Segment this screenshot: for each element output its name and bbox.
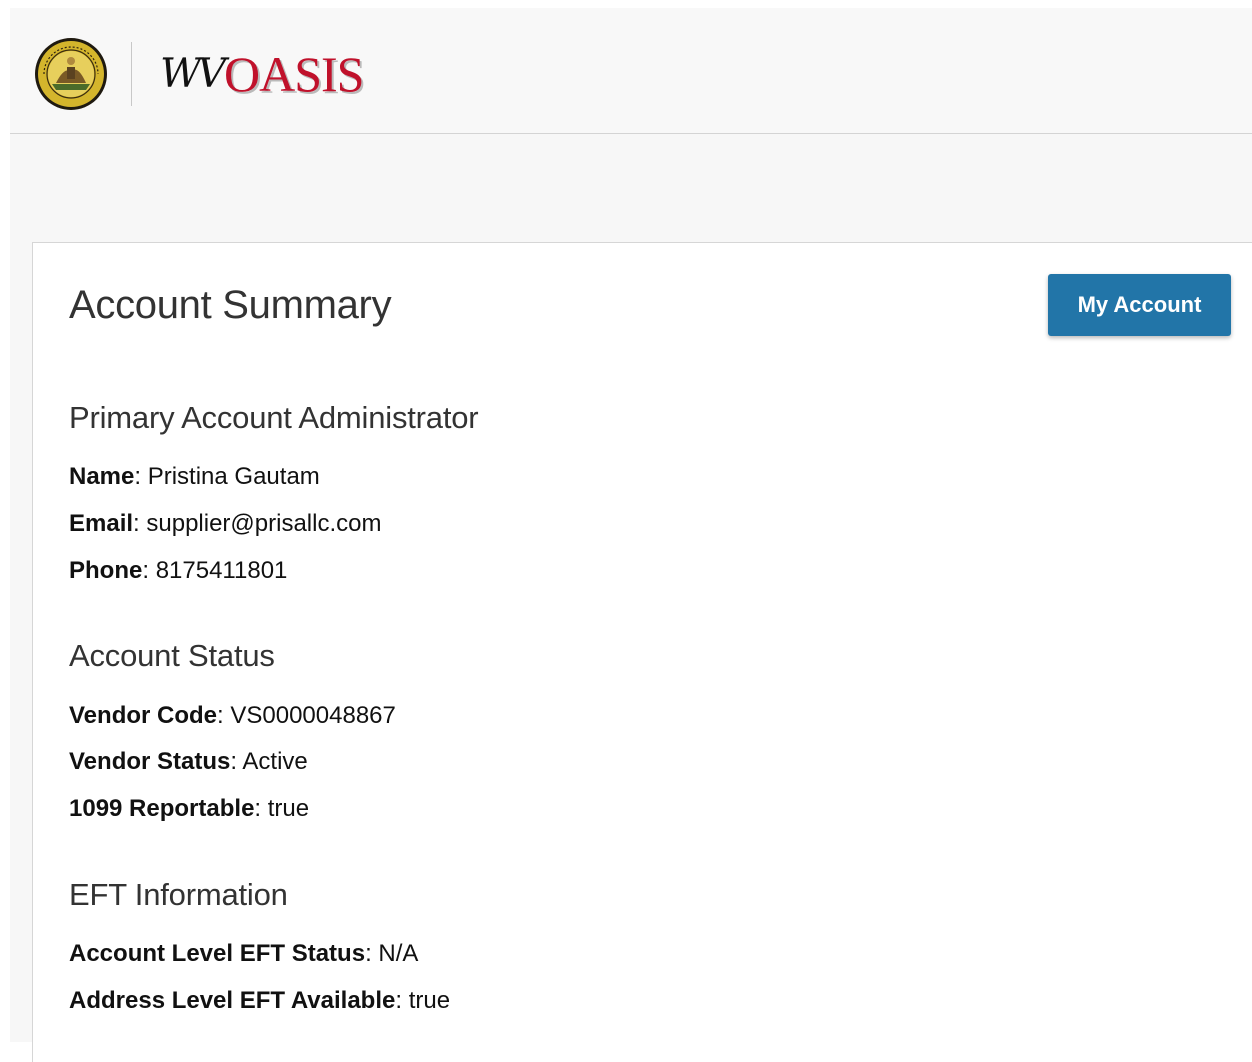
field-label: Name: [69, 463, 135, 490]
field-label: Account Level EFT Status: [69, 940, 366, 967]
section-title-eft-information: EFT Information: [69, 877, 288, 912]
field-value: true: [267, 795, 310, 822]
field-label: Vendor Code: [69, 702, 218, 729]
account-summary-card: Account Summary My Account Primary Accou…: [32, 242, 1252, 1062]
section-title-account-status: Account Status: [69, 638, 275, 673]
site-header: WV OASIS: [10, 8, 1252, 134]
field-vendor-code: Vendor Code: VS0000048867: [69, 702, 396, 729]
field-label: 1099 Reportable: [69, 795, 255, 822]
my-account-button[interactable]: My Account: [1048, 274, 1231, 336]
field-address-level-eft-available: Address Level EFT Available: true: [69, 987, 451, 1014]
field-label: Address Level EFT Available: [69, 987, 396, 1014]
field-1099-reportable: 1099 Reportable: true: [69, 795, 310, 822]
field-account-level-eft-status: Account Level EFT Status: N/A: [69, 940, 419, 967]
field-name: Name: Pristina Gautam: [69, 463, 320, 490]
field-value: Active: [242, 748, 308, 775]
field-value: VS0000048867: [230, 702, 396, 729]
wvoasis-logo[interactable]: WV OASIS: [160, 36, 364, 112]
page-title: Account Summary: [69, 283, 392, 327]
field-value: supplier@prisallc.com: [146, 510, 382, 537]
logo-divider: [131, 42, 132, 106]
field-label: Email: [69, 510, 134, 537]
logo-script-text: WV: [160, 51, 226, 97]
field-vendor-status: Vendor Status: Active: [69, 748, 308, 775]
field-label: Vendor Status: [69, 748, 231, 775]
field-value: true: [408, 987, 451, 1014]
section-title-primary-admin: Primary Account Administrator: [69, 400, 479, 435]
field-label: Phone: [69, 557, 143, 584]
field-value: 8175411801: [155, 557, 288, 584]
field-value: N/A: [378, 940, 419, 967]
state-seal-logo[interactable]: [34, 37, 108, 111]
field-value: Pristina Gautam: [147, 463, 320, 490]
field-email: Email: supplier@prisallc.com: [69, 510, 382, 537]
logo-block-text: OASIS: [224, 46, 364, 102]
field-phone: Phone: 8175411801: [69, 557, 288, 584]
